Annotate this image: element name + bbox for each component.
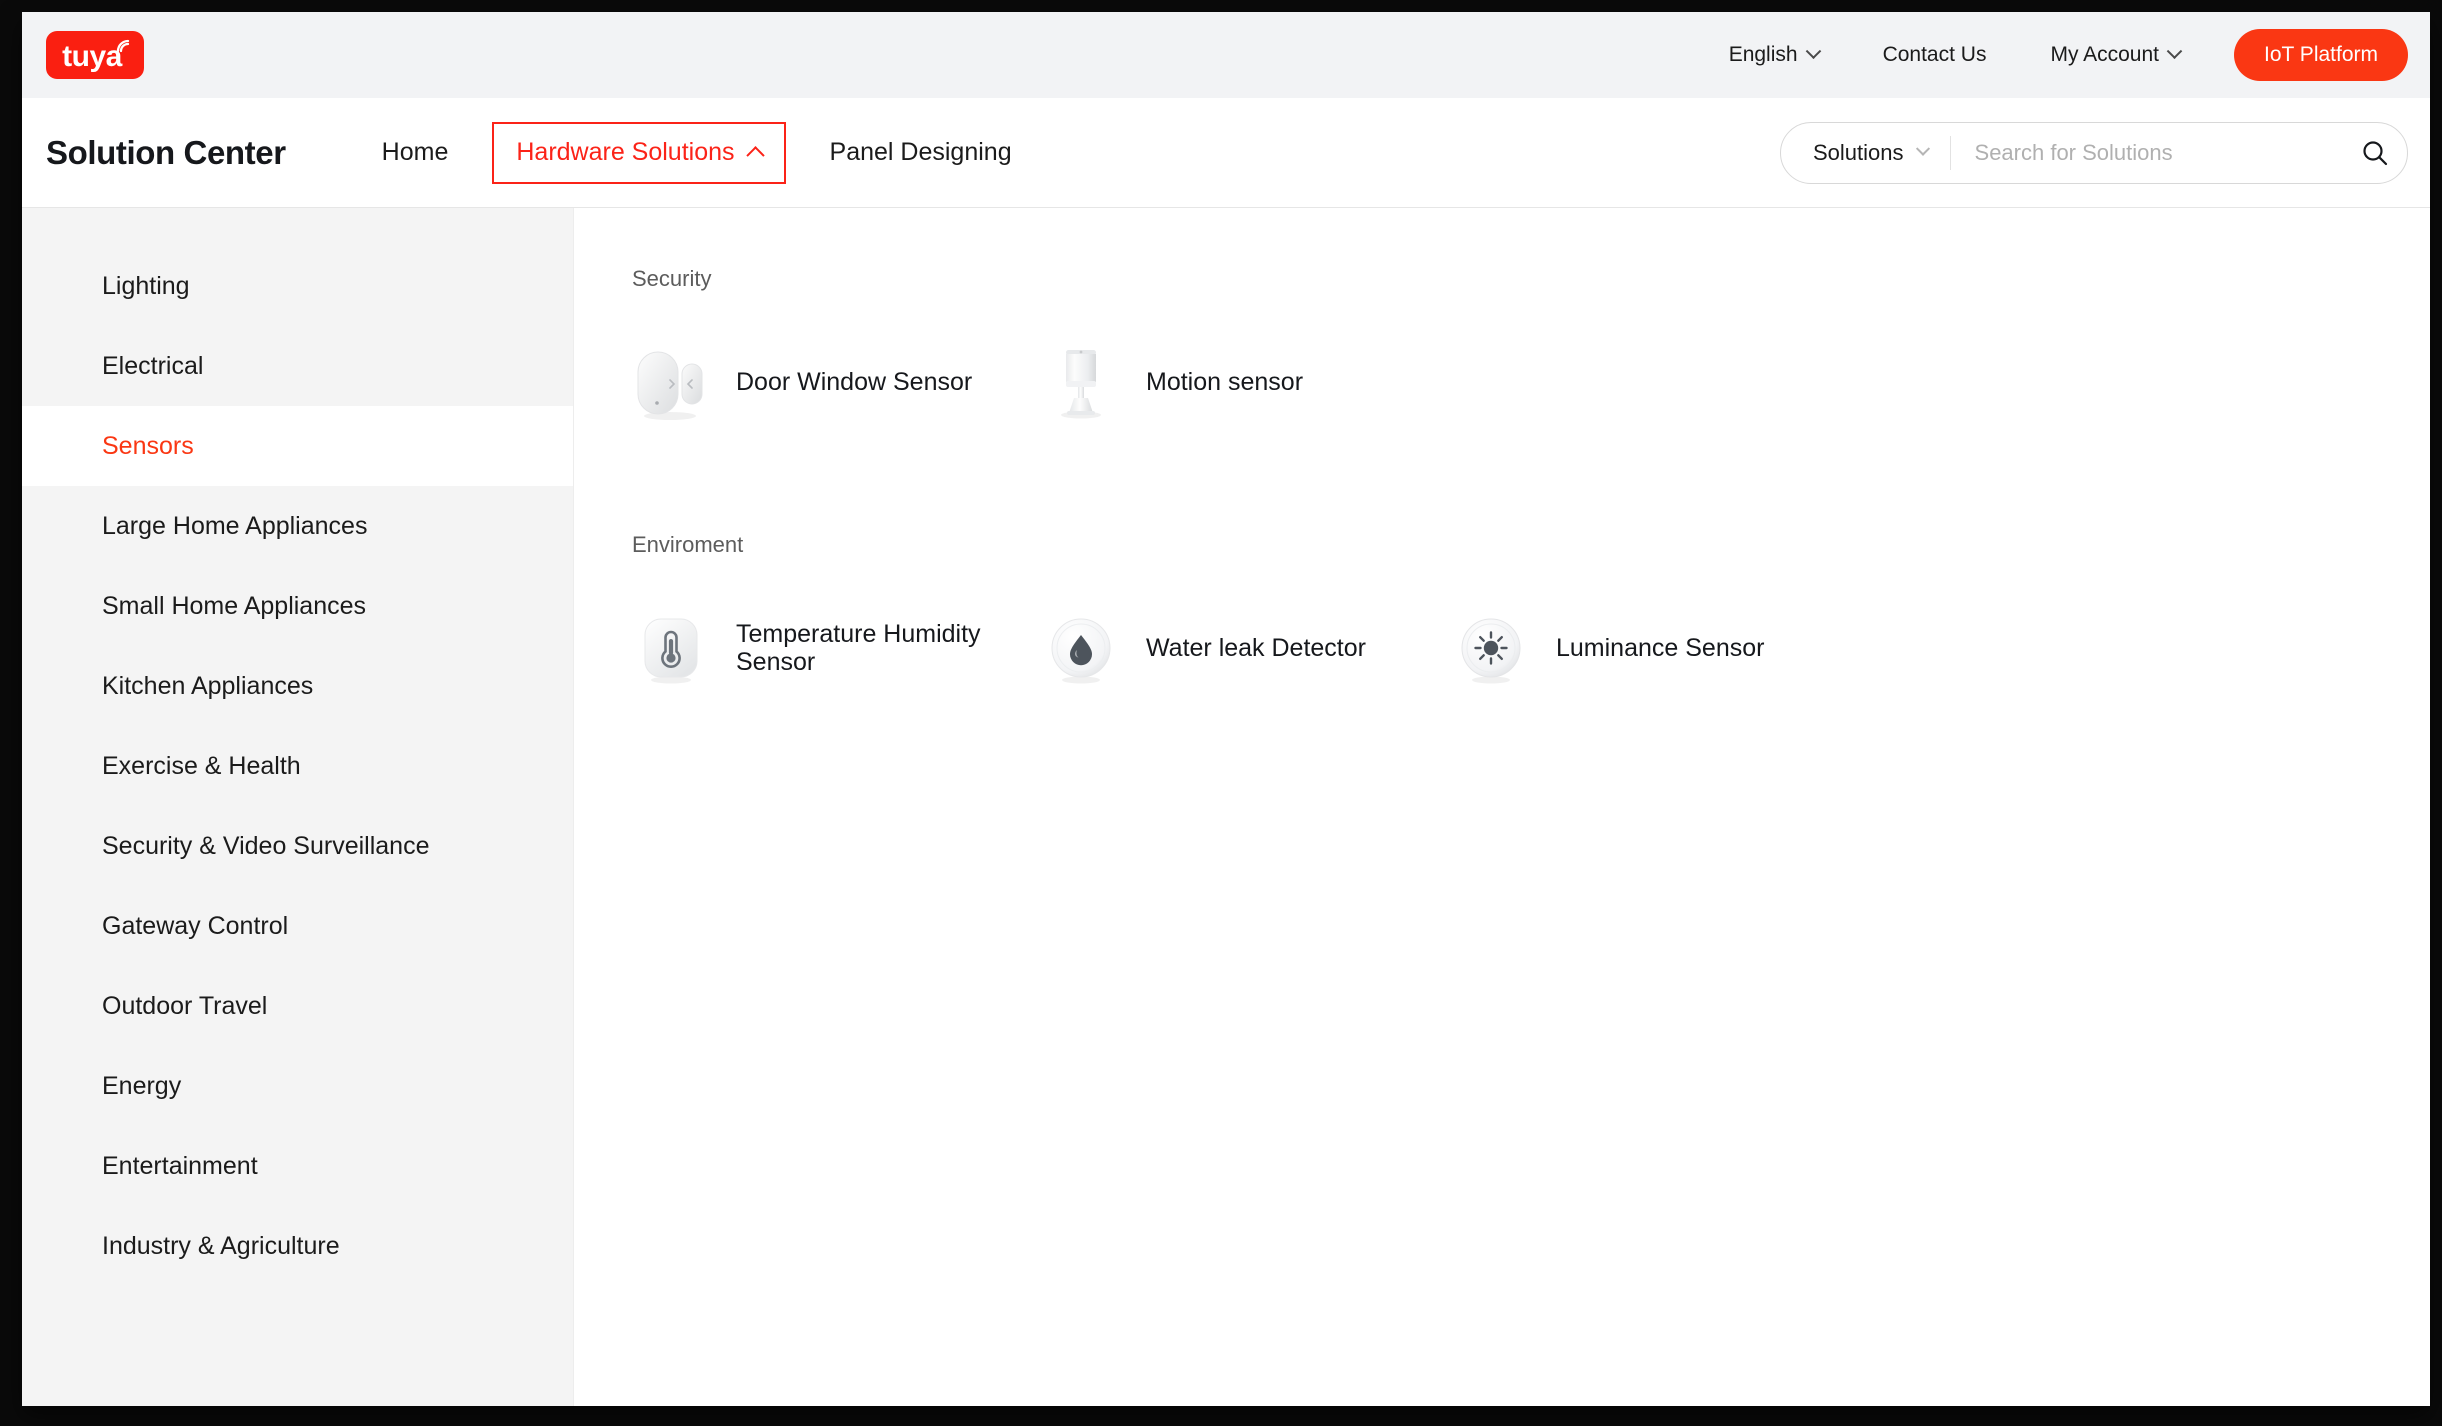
sidebar-item-label: Security & Video Surveillance [102,831,430,860]
section-enviroment: Enviroment Temperature Humidity Sensor W… [632,532,2430,694]
sidebar-item-label: Small Home Appliances [102,591,367,620]
sidebar-item-kitchen-appliances[interactable]: Kitchen Appliances [22,646,573,726]
nav-item-hardware-solutions[interactable]: Hardware Solutions [492,121,786,184]
sidebar-item-energy[interactable]: Energy [22,1046,573,1126]
section-security: Security Door Window Sensor Motion senso… [632,266,2430,428]
utility-bar: tuya English Contact Us My Account IoT P… [22,12,2430,98]
sidebar-item-label: Electrical [102,351,204,380]
sidebar-item-large-home-appliances[interactable]: Large Home Appliances [22,486,573,566]
sidebar-item-industry-agriculture[interactable]: Industry & Agriculture [22,1206,573,1286]
product-label: Motion sensor [1146,368,1304,396]
brightness-sun-icon [1461,618,1521,684]
product-label: Temperature Humidity Sensor [736,620,981,676]
product-card-luminance-sensor[interactable]: Luminance Sensor [1452,602,1862,694]
main-nav-bar: Solution Center Home Hardware Solutions … [22,98,2430,208]
my-account-label: My Account [2050,43,2160,66]
sidebar-item-label: Sensors [102,431,194,460]
chevron-down-icon [1805,42,1821,59]
sidebar-item-sensors[interactable]: Sensors [22,406,573,486]
sidebar-item-small-home-appliances[interactable]: Small Home Appliances [22,566,573,646]
product-card-motion-sensor[interactable]: Motion sensor [1042,336,1452,428]
nav-item-home[interactable]: Home [338,121,493,185]
screen-frame: tuya English Contact Us My Account IoT P… [0,0,2442,1426]
sidebar-item-exercise-health[interactable]: Exercise & Health [22,726,573,806]
sidebar-item-lighting[interactable]: Lighting [22,246,573,326]
search-bar: Solutions [1780,121,2408,184]
sidebar-item-label: Energy [102,1071,182,1100]
language-selector[interactable]: English [1697,42,1851,67]
sidebar-item-label: Kitchen Appliances [102,671,314,700]
product-label: Water leak Detector [1146,634,1366,662]
search-icon [2363,140,2388,165]
language-label: English [1728,43,1798,66]
category-sidebar: Lighting Electrical Sensors Large Home A… [22,208,574,1406]
sidebar-item-entertainment[interactable]: Entertainment [22,1126,573,1206]
iot-platform-button[interactable]: IoT Platform [2234,29,2408,81]
section-title: Security [632,266,712,291]
sidebar-item-label: Gateway Control [102,911,289,940]
product-card-door-window-sensor[interactable]: Door Window Sensor [632,336,1042,428]
nav-item-hardware-solutions-label: Hardware Solutions [516,138,735,166]
sidebar-item-gateway-control[interactable]: Gateway Control [22,886,573,966]
chevron-up-icon [745,146,765,165]
thermometer-icon [644,618,698,684]
product-label: Door Window Sensor [736,368,973,396]
page-title: Solution Center [46,133,286,171]
contact-us-label: Contact Us [1882,43,1987,66]
sidebar-item-label: Entertainment [102,1151,258,1180]
motion-sensor-icon [1061,350,1101,419]
section-title: Enviroment [632,532,744,557]
sidebar-item-label: Large Home Appliances [102,511,368,540]
body-container: Lighting Electrical Sensors Large Home A… [22,208,2430,1406]
nav-item-panel-designing-label: Panel Designing [829,138,1012,166]
chevron-down-icon [1915,141,1930,156]
sidebar-item-label: Outdoor Travel [102,991,268,1020]
search-button[interactable] [2349,127,2401,179]
product-card-temperature-humidity-sensor[interactable]: Temperature Humidity Sensor [632,602,1042,694]
chevron-down-icon [2166,42,2183,59]
sidebar-item-outdoor-travel[interactable]: Outdoor Travel [22,966,573,1046]
product-row: Temperature Humidity Sensor Water leak D… [632,602,2430,694]
tuya-logo[interactable]: tuya [46,31,144,79]
page-root: tuya English Contact Us My Account IoT P… [22,12,2430,1406]
utility-right-group: English Contact Us My Account IoT Platfo… [1697,29,2408,81]
contact-us-link[interactable]: Contact Us [1851,43,2019,67]
sidebar-item-label: Lighting [102,271,190,300]
water-drop-icon [1051,618,1111,684]
nav-item-home-label: Home [381,138,449,166]
product-label: Luminance Sensor [1556,634,1765,662]
product-row: Door Window Sensor Motion sensor [632,336,2430,428]
sidebar-item-label: Industry & Agriculture [102,1231,340,1260]
search-input[interactable] [1950,139,2349,166]
sidebar-item-label: Exercise & Health [102,751,301,780]
wifi-arc-icon [116,39,130,53]
solutions-content: Security Door Window Sensor Motion senso… [574,208,2430,1406]
logo-wordmark: tuya [62,40,122,73]
nav-item-panel-designing[interactable]: Panel Designing [786,121,1056,185]
door-window-sensor-icon [637,351,703,420]
my-account-menu[interactable]: My Account [2018,42,2212,67]
nav-links: Home Hardware Solutions Panel Designing [338,121,1056,185]
search-scope-dropdown[interactable]: Solutions [1781,135,1951,170]
sidebar-item-electrical[interactable]: Electrical [22,326,573,406]
product-card-water-leak-detector[interactable]: Water leak Detector [1042,602,1452,694]
sidebar-item-security-video-surveillance[interactable]: Security & Video Surveillance [22,806,573,886]
search-scope-label: Solutions [1813,139,1904,165]
